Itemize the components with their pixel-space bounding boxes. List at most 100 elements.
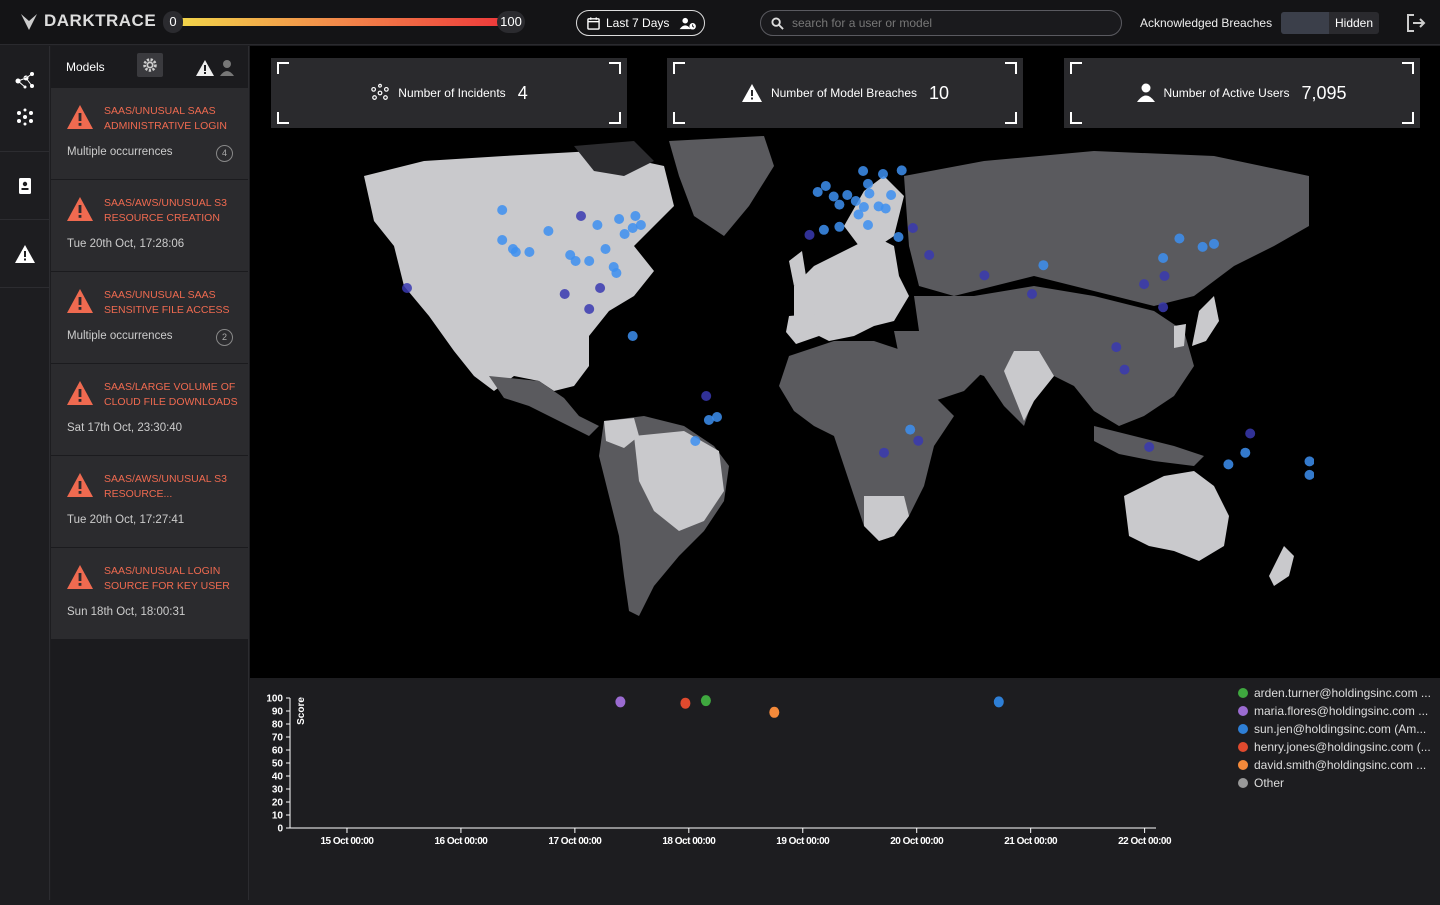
time-period-button[interactable]: Last 7 Days: [576, 10, 705, 36]
toggle-hidden-option[interactable]: Hidden: [1329, 12, 1379, 34]
clipboard-user-icon[interactable]: [14, 175, 36, 197]
score-threshold-slider[interactable]: 0 100: [163, 11, 525, 33]
map-location-dot[interactable]: [979, 270, 990, 281]
legend-item[interactable]: henry.jones@holdingsinc.com (...: [1238, 738, 1438, 756]
map-location-dot[interactable]: [804, 229, 815, 240]
map-location-dot[interactable]: [1119, 364, 1130, 375]
map-location-dot[interactable]: [614, 214, 625, 224]
map-location-dot[interactable]: [584, 256, 595, 266]
legend-item[interactable]: david.smith@holdingsinc.com ...: [1238, 756, 1438, 774]
map-location-dot[interactable]: [913, 435, 924, 446]
incidents-stat-card[interactable]: Number of Incidents 4: [271, 58, 627, 128]
map-location-dot[interactable]: [850, 196, 861, 206]
threshold-min-handle[interactable]: 0: [163, 11, 183, 33]
map-location-dot[interactable]: [1304, 456, 1315, 467]
map-location-dot[interactable]: [576, 211, 586, 221]
map-location-dot[interactable]: [1139, 279, 1150, 290]
model-breaches-stat-card[interactable]: Number of Model Breaches 10: [667, 58, 1023, 128]
warning-icon[interactable]: [14, 243, 36, 265]
legend-item[interactable]: arden.turner@holdingsinc.com ...: [1238, 684, 1438, 702]
map-location-dot[interactable]: [907, 223, 918, 233]
map-location-dot[interactable]: [595, 283, 606, 293]
map-location-dot[interactable]: [1027, 289, 1037, 299]
map-location-dot[interactable]: [896, 165, 907, 176]
search-input[interactable]: [792, 16, 1102, 30]
map-location-dot[interactable]: [712, 412, 722, 422]
settings-button[interactable]: [137, 53, 163, 77]
map-location-dot[interactable]: [584, 304, 595, 314]
map-location-dot[interactable]: [905, 424, 916, 435]
map-location-dot[interactable]: [592, 220, 603, 230]
acknowledged-breaches-toggle[interactable]: Hidden: [1281, 12, 1379, 34]
user-filter-icon[interactable]: [219, 59, 235, 77]
map-location-dot[interactable]: [497, 205, 508, 215]
legend-item[interactable]: Other: [1238, 774, 1438, 792]
map-location-dot[interactable]: [690, 436, 701, 446]
map-location-dot[interactable]: [924, 250, 935, 260]
map-location-dot[interactable]: [879, 447, 889, 458]
map-location-dot[interactable]: [853, 209, 864, 220]
data-point[interactable]: [615, 696, 626, 708]
map-location-dot[interactable]: [858, 166, 869, 176]
map-location-dot[interactable]: [1038, 260, 1049, 271]
map-location-dot[interactable]: [1223, 459, 1234, 470]
breach-card[interactable]: SAAS/UNUSUAL SAAS SENSITIVE FILE ACCESS M…: [51, 272, 248, 364]
map-location-dot[interactable]: [834, 199, 845, 210]
map-location-dot[interactable]: [630, 211, 641, 221]
map-location-dot[interactable]: [893, 232, 904, 242]
map-location-dot[interactable]: [863, 178, 873, 189]
map-location-dot[interactable]: [863, 220, 873, 230]
toggle-show-option[interactable]: [1281, 12, 1329, 34]
map-location-dot[interactable]: [1111, 342, 1122, 353]
map-location-dot[interactable]: [1158, 302, 1169, 313]
legend-item[interactable]: maria.flores@holdingsinc.com ...: [1238, 702, 1438, 720]
breach-card[interactable]: SAAS/UNUSUAL LOGIN SOURCE FOR KEY USER Su…: [51, 548, 248, 640]
map-location-dot[interactable]: [559, 289, 570, 299]
active-users-stat-card[interactable]: Number of Active Users 7,095: [1064, 58, 1420, 128]
score-scatter-chart[interactable]: 0 10 20 30 40 50 60 70 80 90 100 Score 15 Oct 00:00 1…: [250, 678, 1230, 900]
cluster-icon[interactable]: [14, 106, 36, 128]
map-location-dot[interactable]: [1245, 428, 1256, 439]
search-box[interactable]: [760, 10, 1122, 36]
map-location-dot[interactable]: [1240, 447, 1251, 458]
map-location-dot[interactable]: [880, 203, 891, 214]
map-location-dot[interactable]: [842, 190, 853, 200]
map-location-dot[interactable]: [524, 247, 535, 257]
map-location-dot[interactable]: [627, 331, 638, 341]
network-graph-icon[interactable]: [14, 70, 36, 92]
map-location-dot[interactable]: [812, 187, 823, 197]
map-location-dot[interactable]: [878, 169, 888, 179]
map-location-dot[interactable]: [608, 262, 619, 272]
data-point[interactable]: [700, 695, 711, 707]
map-location-dot[interactable]: [701, 391, 712, 401]
map-location-dot[interactable]: [497, 235, 508, 245]
breach-card[interactable]: SAAS/AWS/UNUSUAL S3 RESOURCE CREATION Tue…: [51, 180, 248, 272]
map-location-dot[interactable]: [543, 226, 554, 236]
map-location-dot[interactable]: [619, 229, 630, 239]
map-location-dot[interactable]: [1158, 253, 1169, 263]
map-location-dot[interactable]: [1209, 238, 1219, 249]
map-location-dot[interactable]: [886, 190, 897, 200]
map-location-dot[interactable]: [1159, 271, 1170, 281]
legend-item[interactable]: sun.jen@holdingsinc.com (Am...: [1238, 720, 1438, 738]
breach-card[interactable]: SAAS/LARGE VOLUME OF CLOUD FILE DOWNLOAD…: [51, 364, 248, 456]
map-location-dot[interactable]: [1144, 442, 1155, 452]
map-location-dot[interactable]: [635, 220, 646, 230]
warning-filter-icon[interactable]: [195, 59, 215, 77]
app-logo[interactable]: DARKTRACE: [18, 10, 156, 32]
threshold-max-handle[interactable]: 100: [497, 11, 525, 33]
breach-card[interactable]: SAAS/UNUSUAL SAAS ADMINISTRATIVE LOGIN Mu…: [51, 88, 248, 180]
data-point[interactable]: [993, 696, 1004, 708]
map-location-dot[interactable]: [402, 283, 412, 293]
map-location-dot[interactable]: [1197, 241, 1208, 252]
map-location-dot[interactable]: [600, 244, 611, 254]
map-location-dot[interactable]: [570, 256, 581, 266]
map-location-dot[interactable]: [864, 188, 875, 199]
map-location-dot[interactable]: [828, 191, 839, 202]
map-location-dot[interactable]: [1304, 469, 1315, 480]
data-point[interactable]: [680, 697, 691, 709]
map-location-dot[interactable]: [820, 181, 831, 191]
world-map[interactable]: [334, 136, 1314, 626]
map-location-dot[interactable]: [818, 224, 829, 235]
map-location-dot[interactable]: [834, 221, 845, 232]
